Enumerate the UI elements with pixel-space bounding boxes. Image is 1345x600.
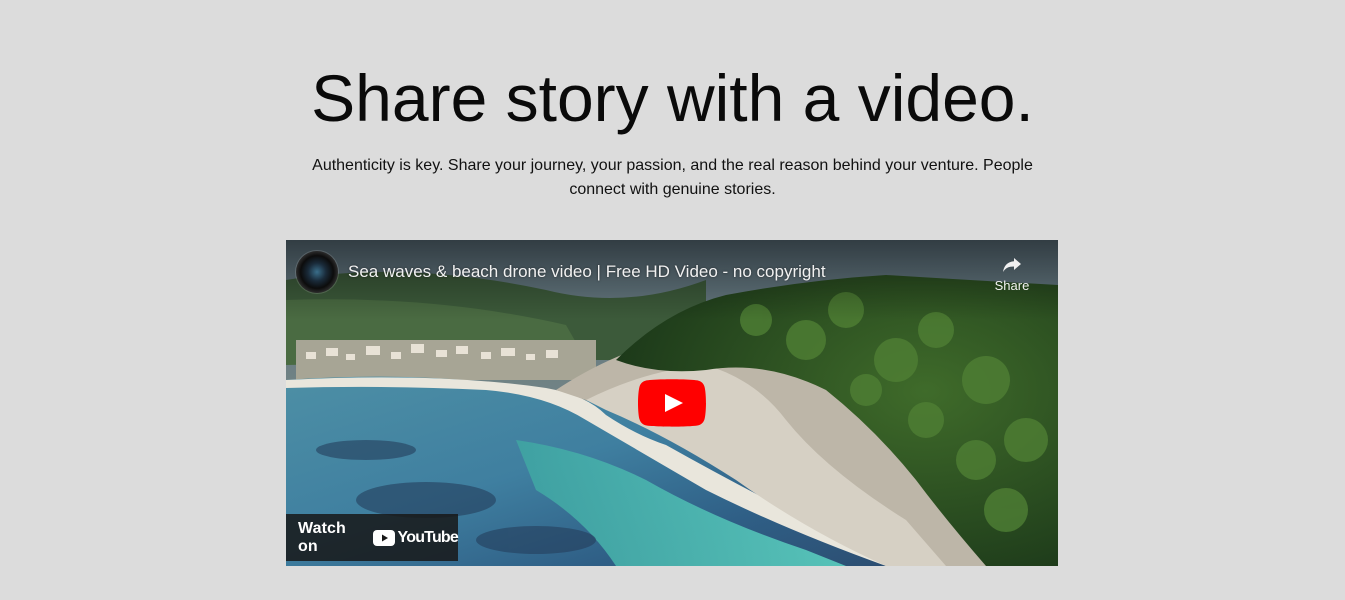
page-subtitle: Authenticity is key. Share your journey,…	[312, 157, 1033, 198]
page-title: Share story with a video.	[311, 61, 1034, 135]
watch-on-youtube-button[interactable]: Watch on YouTube	[286, 514, 459, 561]
play-button[interactable]	[638, 379, 706, 427]
share-button[interactable]: Share	[986, 252, 1038, 294]
share-arrow-icon	[1003, 258, 1021, 272]
video-embed[interactable]: Sea waves & beach drone video | Free HD …	[286, 240, 1058, 566]
youtube-mark-icon	[372, 529, 395, 546]
share-label: Share	[994, 278, 1030, 293]
watch-on-label: Watch on	[298, 519, 346, 555]
youtube-logo-icon: YouTube	[372, 528, 459, 547]
page: Share story with a video. Authenticity i…	[0, 0, 1345, 600]
camera-lens-avatar[interactable]	[296, 251, 338, 293]
video-title[interactable]: Sea waves & beach drone video | Free HD …	[348, 261, 826, 283]
youtube-wordmark: YouTube	[397, 528, 459, 546]
